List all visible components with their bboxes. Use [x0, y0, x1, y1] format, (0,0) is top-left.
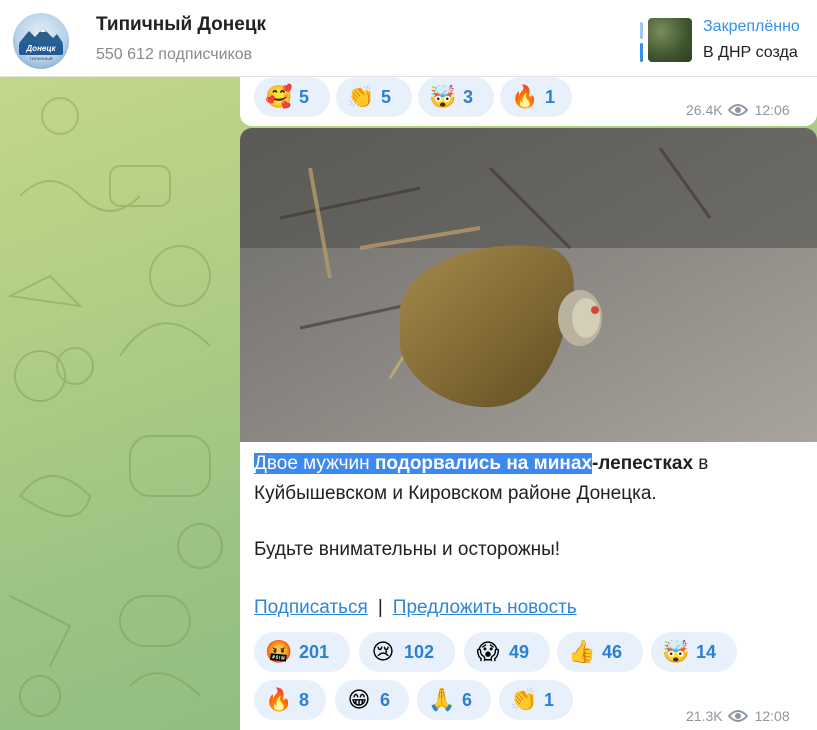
reaction-count: 49	[509, 641, 530, 662]
reaction-emoji-icon: 👍	[568, 639, 596, 664]
chat-header[interactable]: Донецк ТИПИЧНЫЙ Типичный Донецк 550 612 …	[0, 0, 817, 77]
reaction-count: 5	[381, 86, 392, 107]
message-text-line-3: Будьте внимательны и осторожны!	[254, 539, 561, 560]
message-meta: 21.3K 12:08	[686, 708, 790, 724]
mountain-icon	[19, 28, 63, 43]
reaction-chip[interactable]: 🔥 8	[254, 680, 326, 720]
message-meta: 26.4K 12:06	[686, 102, 790, 118]
reaction-count: 5	[299, 86, 310, 107]
reaction-chip[interactable]: 😁 6	[335, 680, 409, 720]
reaction-emoji-icon: 👏	[347, 84, 375, 109]
reaction-chip[interactable]: 🙏 6	[417, 680, 491, 720]
channel-avatar[interactable]: Донецк ТИПИЧНЫЙ	[13, 13, 69, 69]
highlighted-text: Двое мужчин	[254, 453, 375, 474]
reaction-chip[interactable]: 🤯 3	[418, 77, 494, 117]
text-tail: в	[693, 453, 709, 474]
reaction-chip[interactable]: 🔥 1	[500, 77, 572, 117]
reaction-emoji-icon: 🤬	[265, 639, 293, 664]
reaction-count: 8	[299, 689, 310, 710]
reaction-chip[interactable]: 😱 49	[464, 632, 550, 672]
message-links: Подписаться | Предложить новость	[254, 594, 577, 622]
subscriber-count: 550 612 подписчиков	[96, 46, 253, 63]
subscribe-link[interactable]: Подписаться	[254, 597, 368, 618]
reaction-chip[interactable]: 👏 1	[499, 680, 573, 720]
message-text-line-2: Куйбышевском и Кировском районе Донецка.	[254, 483, 657, 504]
reaction-count: 46	[602, 641, 623, 662]
pinned-text[interactable]: В ДНР созда	[703, 44, 798, 62]
avatar-sub-text: ТИПИЧНЫЙ	[29, 56, 53, 61]
eye-icon	[727, 710, 748, 722]
reaction-count: 6	[462, 689, 473, 710]
view-count: 26.4K	[686, 102, 723, 118]
reaction-count: 1	[545, 86, 556, 107]
reaction-emoji-icon: 😢	[371, 639, 395, 664]
reaction-count: 1	[544, 689, 555, 710]
message-time: 12:06	[754, 102, 790, 118]
reaction-chip[interactable]: 🤬 201	[254, 632, 350, 672]
reaction-emoji-icon: 🔥	[511, 84, 539, 109]
reaction-emoji-icon: 🔥	[265, 687, 293, 712]
link-separator: |	[377, 597, 383, 618]
avatar-brand-text: Донецк	[19, 43, 63, 55]
eye-icon	[727, 104, 748, 116]
pinned-title[interactable]: Закреплённо	[703, 18, 800, 36]
reaction-emoji-icon: 😁	[347, 687, 371, 712]
reaction-chip[interactable]: 👍 46	[557, 632, 643, 672]
reaction-chip[interactable]: 😢 102	[359, 632, 455, 672]
reaction-emoji-icon: 🙏	[428, 687, 456, 712]
channel-title[interactable]: Типичный Донецк	[96, 14, 266, 36]
view-count: 21.3K	[686, 708, 723, 724]
reaction-emoji-icon: 👏	[510, 687, 538, 712]
message-time: 12:08	[754, 708, 790, 724]
reaction-emoji-icon: 🥰	[265, 84, 293, 109]
reaction-chip[interactable]: 👏 5	[336, 77, 412, 117]
pinned-indicator	[640, 22, 643, 62]
previous-message-bubble: 🥰 5 👏 5 🤯 3 🔥 1 26.4K 12:06	[240, 76, 817, 126]
reaction-count: 3	[463, 86, 474, 107]
reaction-count: 6	[380, 689, 391, 710]
reaction-chip[interactable]: 🤯 14	[651, 632, 737, 672]
reaction-count: 201	[299, 641, 330, 662]
reaction-chip[interactable]: 🥰 5	[254, 77, 330, 117]
reaction-emoji-icon: 🤯	[662, 639, 690, 664]
reaction-emoji-icon: 🤯	[429, 84, 457, 109]
reaction-emoji-icon: 😱	[476, 639, 500, 664]
message-photo[interactable]	[240, 128, 817, 442]
reaction-count: 102	[404, 641, 435, 662]
reaction-count: 14	[696, 641, 717, 662]
message-text-line-1: Двое мужчин подорвались на минах-лепестк…	[254, 450, 708, 478]
pinned-thumbnail[interactable]	[648, 18, 692, 62]
bold-text: -лепестках	[591, 453, 694, 474]
message-bubble: Двое мужчин подорвались на минах-лепестк…	[240, 128, 817, 730]
highlighted-bold-text: подорвались на минах	[374, 453, 592, 474]
suggest-news-link[interactable]: Предложить новость	[393, 597, 577, 618]
